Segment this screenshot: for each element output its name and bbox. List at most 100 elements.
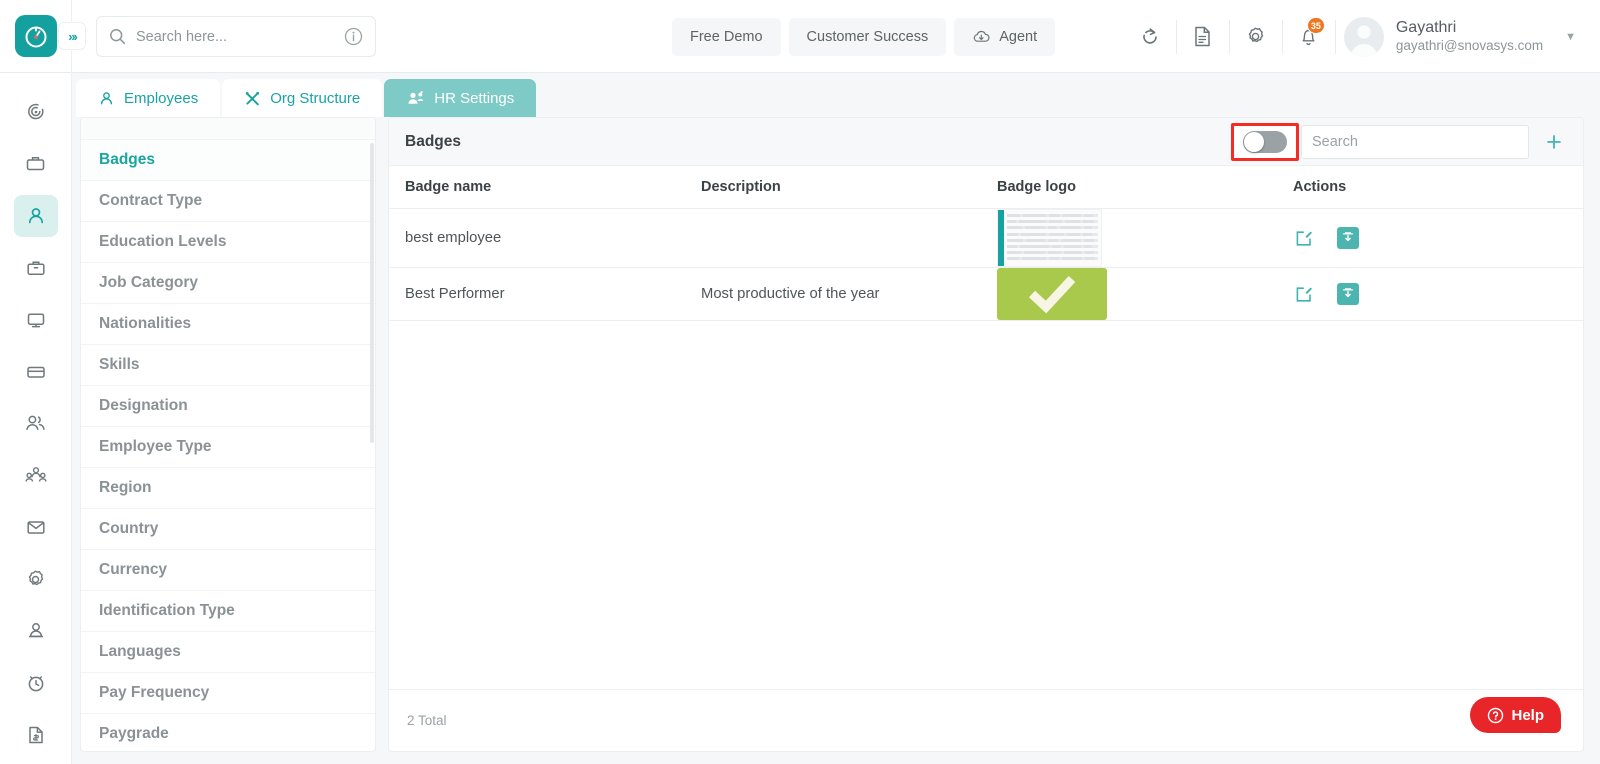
row-actions [1293, 227, 1583, 249]
menu-label: Employee Type [99, 438, 212, 455]
panel-footer: 2 Total [389, 689, 1583, 751]
badges-panel: Badges + [388, 117, 1584, 752]
avatar[interactable] [1343, 16, 1384, 57]
table-body: best employee Best Performer Most produc… [389, 208, 1583, 321]
menu-item-currency[interactable]: Currency [81, 550, 375, 591]
menu-label: Nationalities [99, 315, 192, 332]
cell-actions [1277, 208, 1583, 268]
sidebar-item-inbox[interactable] [14, 143, 58, 185]
sidebar-item-users[interactable] [14, 403, 58, 445]
table-row[interactable]: best employee [389, 208, 1583, 268]
cell-badge-name: Best Performer [389, 267, 685, 321]
total-count: 2 Total [407, 713, 447, 728]
clock-logo-icon [25, 26, 46, 48]
menu-item-identification-type[interactable]: Identification Type [81, 591, 375, 632]
sidebar-item-target[interactable] [14, 91, 58, 133]
edit-button[interactable] [1293, 283, 1315, 305]
mail-icon [26, 521, 45, 535]
sidebar-item-mail[interactable] [14, 506, 58, 548]
menu-item-job-category[interactable]: Job Category [81, 263, 375, 304]
free-demo-button[interactable]: Free Demo [672, 18, 781, 56]
documents-button[interactable] [1177, 0, 1229, 73]
active-inactive-toggle[interactable] [1243, 131, 1287, 153]
table-row[interactable]: Best Performer Most productive of the ye… [389, 267, 1583, 321]
menu-label: Paygrade [99, 725, 169, 742]
menu-item-languages[interactable]: Languages [81, 632, 375, 673]
header-pill-group: Free Demo Customer Success Agent [672, 18, 1056, 56]
search-input[interactable] [136, 28, 334, 45]
card-icon [26, 366, 45, 378]
panel-header: Badges + [389, 118, 1583, 166]
sidebar-item-jobs[interactable] [14, 247, 58, 289]
menu-item-pay-frequency[interactable]: Pay Frequency [81, 673, 375, 714]
thumb-row [1007, 244, 1098, 248]
menu-item-designation[interactable]: Designation [81, 386, 375, 427]
edit-button[interactable] [1293, 227, 1315, 249]
refresh-icon [1143, 27, 1157, 44]
menu-item-nationalities[interactable]: Nationalities [81, 304, 375, 345]
panel-header-actions: + [1231, 118, 1571, 166]
menu-item-education-levels[interactable]: Education Levels [81, 222, 375, 263]
menu-item-contract-type[interactable]: Contract Type [81, 181, 375, 222]
menu-item-paygrade[interactable]: Paygrade [81, 714, 375, 751]
sidebar-item-profile[interactable] [14, 610, 58, 652]
header-actions: 35 Gayathri gayathri@snovasys.com ▼ [1124, 0, 1590, 73]
agent-label: Agent [999, 29, 1038, 45]
expand-sidebar-button[interactable]: »› [58, 22, 86, 50]
menu-item-skills[interactable]: Skills [81, 345, 375, 386]
users-icon [26, 416, 45, 431]
tab-hr-settings[interactable]: HR Settings [384, 79, 537, 117]
menu-item-region[interactable]: Region [81, 468, 375, 509]
page-title: Badges [405, 132, 461, 150]
menu-item-country[interactable]: Country [81, 509, 375, 550]
panel-search-input[interactable] [1312, 134, 1518, 150]
document-icon [1195, 26, 1211, 47]
cell-description: Most productive of the year [685, 267, 981, 321]
user-info[interactable]: Gayathri gayathri@snovasys.com [1396, 18, 1543, 55]
briefcase-icon [26, 261, 45, 275]
customer-success-button[interactable]: Customer Success [788, 18, 947, 56]
sidebar-item-monitor[interactable] [14, 299, 58, 341]
inbox-tray-icon [26, 156, 45, 171]
global-search[interactable] [96, 16, 376, 57]
menu-item-employee-type[interactable]: Employee Type [81, 427, 375, 468]
thumb-row [1007, 226, 1098, 230]
menu-label: Badges [99, 151, 155, 168]
help-button[interactable]: Help [1470, 697, 1561, 733]
logo-tile [14, 15, 57, 57]
sidebar-item-timesheet[interactable] [14, 662, 58, 704]
sidebar-item-team[interactable] [14, 454, 58, 496]
info-icon[interactable] [344, 27, 363, 46]
tab-employees[interactable]: Employees [76, 79, 221, 117]
menu-label: Skills [99, 356, 140, 373]
tab-org-structure[interactable]: Org Structure [222, 79, 383, 117]
menu-label: Contract Type [99, 192, 203, 209]
delete-button[interactable] [1337, 283, 1359, 305]
menu-label: Country [99, 520, 159, 537]
sidebar-item-settings[interactable] [14, 558, 58, 600]
menu-label: Region [99, 479, 152, 496]
menu-scrollbar[interactable] [370, 143, 374, 443]
chevron-down-icon[interactable]: ▼ [1565, 31, 1576, 43]
notifications-button[interactable]: 35 [1283, 0, 1335, 73]
menu-item-badges[interactable]: Badges [81, 140, 375, 181]
delete-button[interactable] [1337, 227, 1359, 249]
thumb-row [1007, 214, 1098, 217]
target-icon [27, 103, 44, 120]
panel-search[interactable] [1301, 125, 1529, 159]
agent-button[interactable]: Agent [954, 18, 1056, 56]
sidebar-item-employees[interactable] [13, 194, 58, 237]
gear-icon [1249, 27, 1264, 43]
sidebar-item-payments[interactable] [14, 351, 58, 393]
thumb-row [1007, 238, 1098, 242]
table-empty-space [389, 321, 1583, 689]
add-badge-button[interactable]: + [1537, 125, 1571, 159]
sidebar-item-invoices[interactable] [14, 714, 58, 756]
thumb-row [1007, 257, 1098, 261]
menu-label: Languages [99, 643, 181, 660]
refresh-button[interactable] [1124, 0, 1176, 73]
checkmark-icon [1028, 275, 1076, 314]
table-header-row: Badge name Description Badge logo Action… [389, 166, 1583, 209]
settings-button[interactable] [1230, 0, 1282, 73]
menu-top-spacer [81, 118, 375, 140]
